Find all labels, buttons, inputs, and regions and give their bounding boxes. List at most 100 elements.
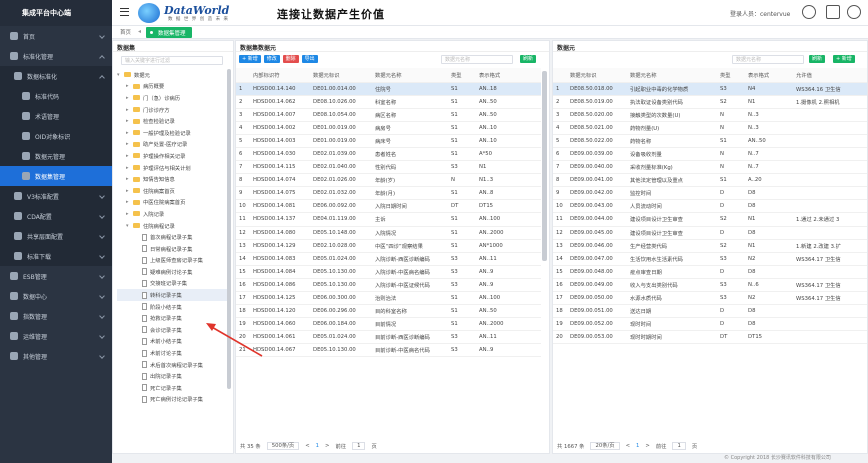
tree-node[interactable]: 出院记录子集 bbox=[117, 370, 229, 382]
sidebar-item[interactable]: 数据集管理 bbox=[0, 166, 112, 186]
table-row[interactable]: 11 DE09.00.044.00 建设项目设计卫生审查 S2 N1 1.通过 2.未通过… bbox=[553, 212, 867, 227]
table-row[interactable]: 7 DE09.00.040.00 采收剂量标准(Kg) N N..7 bbox=[553, 160, 867, 175]
tab-home[interactable]: 首页 bbox=[120, 28, 131, 36]
table-row[interactable]: 18 HDSD00.14.120 DE06.00.296.00 目的科室名称 S1 AN.… bbox=[236, 304, 541, 319]
table-row[interactable]: 14 DE09.00.047.00 生活饮用水生活素代码 S3 N2 WS364.17 卫… bbox=[553, 252, 867, 266]
menu-toggle-icon[interactable] bbox=[120, 8, 129, 16]
element-current-page[interactable]: 1 bbox=[636, 443, 639, 449]
table-row[interactable]: 5 HDSD00.14.003 DE01.00.019.00 病床号 S1 AN..10 bbox=[236, 134, 541, 148]
tree-node[interactable]: ▸ 病历概要 bbox=[117, 81, 229, 93]
table-row[interactable]: 15 HDSD00.14.084 DE05.10.130.00 入院诊断-中医病名编码… bbox=[236, 265, 541, 279]
table-row[interactable]: 16 DE09.00.049.00 收入与支出类别代码 S3 N..6 WS364.17 … bbox=[553, 278, 867, 293]
sidebar-item[interactable]: 首页 bbox=[0, 26, 112, 46]
sidebar-item[interactable]: ESB管理 bbox=[0, 266, 112, 286]
dataset-page-size-select[interactable]: 500条/页 bbox=[266, 441, 300, 450]
tree-node[interactable]: 会诊记录子集 bbox=[117, 324, 229, 336]
tree-toggle-icon[interactable]: ▸ bbox=[126, 199, 131, 205]
add-button[interactable]: + 新增 bbox=[239, 55, 261, 63]
element-page-size-select[interactable]: 20条/页 bbox=[590, 441, 620, 450]
tree-toggle-icon[interactable]: ▾ bbox=[126, 223, 131, 229]
dataset-current-page[interactable]: 1 bbox=[316, 443, 319, 449]
table-row[interactable]: 20 DE09.00.053.00 现时时期时间 DT DT15 bbox=[553, 330, 867, 345]
column-header[interactable]: 数据元标识 bbox=[310, 68, 372, 83]
table-row[interactable]: 8 DE09.00.041.00 其他法定管理以及重点 S1 A..20 bbox=[553, 173, 867, 188]
table-row[interactable]: 6 HDSD00.14.030 DE02.01.039.00 患者姓名 S1 A*50 bbox=[236, 147, 541, 162]
tree-node[interactable]: ▸ 助产处置-医疗记录 bbox=[117, 139, 229, 151]
tree-node[interactable]: ▸ 住院病案首页 bbox=[117, 185, 229, 197]
element-search-input[interactable]: 数据元名称 bbox=[732, 55, 804, 64]
table-row[interactable]: 4 DE08.50.021.00 药物剂量(U) N N..3 bbox=[553, 121, 867, 135]
tree-node[interactable]: ▸ 门诊诊疗方 bbox=[117, 104, 229, 116]
table-row[interactable]: 10 DE09.00.043.00 人员流动时间 D D8 bbox=[553, 199, 867, 214]
table-row[interactable]: 10 HDSD00.14.081 DE06.00.092.00 入院日期时间 DT DT1… bbox=[236, 199, 541, 214]
table-row[interactable]: 1 HDSD00.14.140 DE01.00.014.00 住院号 S1 AN..18 bbox=[236, 82, 541, 96]
table-row[interactable]: 9 HDSD00.14.075 DE02.01.032.00 年龄(月) S1 AN..8 bbox=[236, 186, 541, 201]
tree-toggle-icon[interactable]: ▸ bbox=[126, 165, 131, 171]
column-header[interactable]: 表示格式 bbox=[745, 68, 793, 83]
tree-node[interactable]: ▸ 护理操作相关记录 bbox=[117, 150, 229, 162]
table-row[interactable]: 13 DE09.00.046.00 生产经营类代码 S2 N1 1.新建 2.改建 3.扩 bbox=[553, 239, 867, 253]
tree-node[interactable]: 死亡记录子集 bbox=[117, 382, 229, 394]
sidebar-item[interactable]: 标准下载 bbox=[0, 246, 112, 266]
tree-toggle-icon[interactable]: ▸ bbox=[126, 130, 131, 136]
table-row[interactable]: 17 DE09.00.050.00 水源水质代码 S3 N2 WS364.17 卫生信 bbox=[553, 291, 867, 306]
element-prev-page[interactable]: < bbox=[626, 443, 630, 449]
tree-node[interactable]: 死亡病例讨论记录子集 bbox=[117, 394, 229, 406]
tree-node[interactable]: 转科记录子集 bbox=[117, 289, 229, 301]
tree-node[interactable]: 抢救记录子集 bbox=[117, 312, 229, 324]
tree-toggle-icon[interactable]: ▸ bbox=[126, 107, 131, 113]
dataset-prev-page[interactable]: < bbox=[305, 443, 309, 449]
table-row[interactable]: 9 DE09.00.042.00 监控时间 D D8 bbox=[553, 186, 867, 201]
element-add-button[interactable]: + 新增 bbox=[833, 55, 855, 63]
edit-button[interactable]: 修改 bbox=[263, 55, 280, 63]
sidebar-item[interactable]: 数据中心 bbox=[0, 286, 112, 306]
table-row[interactable]: 12 DE09.00.045.00 建设项目设计卫生审查 D D8 bbox=[553, 226, 867, 240]
tree-toggle-icon[interactable]: ▸ bbox=[126, 188, 131, 194]
table-row[interactable]: 7 HDSD00.14.115 DE02.01.040.00 性别代码 S3 N1 bbox=[236, 160, 541, 175]
table-row[interactable]: 5 DE08.50.022.00 药物名称 S1 AN..50 bbox=[553, 134, 867, 148]
tree-node[interactable]: ▸ 检查检验记录 bbox=[117, 115, 229, 127]
sidebar-item[interactable]: 标准化管理 bbox=[0, 46, 112, 66]
tree-node[interactable]: ▸ 中医住院病案首页 bbox=[117, 197, 229, 209]
table-row[interactable]: 17 HDSD00.14.125 DE06.00.300.00 治则治法 S1 AN..1… bbox=[236, 291, 541, 306]
column-header[interactable]: 类型 bbox=[448, 68, 476, 83]
fullscreen-icon[interactable] bbox=[826, 5, 840, 19]
column-header[interactable] bbox=[553, 68, 567, 83]
table-row[interactable]: 14 HDSD00.14.083 DE05.01.024.00 入院诊断-西医诊断编码… bbox=[236, 252, 541, 266]
dataset-page-input[interactable]: 1 bbox=[352, 441, 366, 450]
table-row[interactable]: 2 HDSD00.14.062 DE08.10.026.00 科室名称 S1 AN..50 bbox=[236, 95, 541, 109]
tree-node[interactable]: ▾ 住院病程记录 bbox=[117, 220, 229, 232]
column-header[interactable]: 数据元名称 bbox=[372, 68, 448, 83]
tree-toggle-icon[interactable]: ▸ bbox=[126, 153, 131, 159]
table-row[interactable]: 19 DE09.00.052.00 现时时间 D D8 bbox=[553, 317, 867, 332]
sidebar-item[interactable]: 标准代码 bbox=[0, 86, 112, 106]
tree-toggle-icon[interactable]: ▸ bbox=[126, 211, 131, 217]
table-row[interactable]: 19 HDSD00.14.060 DE06.00.184.00 目前情况 S1 AN..2… bbox=[236, 317, 541, 332]
tree-node[interactable]: 上级医师查房记录子集 bbox=[117, 255, 229, 267]
sidebar-item[interactable]: 数据元管理 bbox=[0, 146, 112, 166]
tree-node[interactable]: 日常病程记录子集 bbox=[117, 243, 229, 255]
column-header[interactable] bbox=[236, 68, 250, 83]
tree-node[interactable]: ▸ 知情告知信息 bbox=[117, 173, 229, 185]
tree-node[interactable]: 首次病程记录子集 bbox=[117, 231, 229, 243]
table-row[interactable]: 2 DE08.50.019.00 执法取证设备类别代码 S2 N1 1.摄像机 2.照相机 bbox=[553, 95, 867, 109]
column-header[interactable]: 允许值 bbox=[793, 68, 867, 83]
table-row[interactable]: 18 DE09.00.051.00 送达日期 D D8 bbox=[553, 304, 867, 319]
sidebar-item[interactable]: 指数管理 bbox=[0, 306, 112, 326]
sidebar-item[interactable]: OID对象标识 bbox=[0, 126, 112, 146]
table-row[interactable]: 8 HDSD00.14.074 DE02.01.026.00 年龄(岁) N N1..3 bbox=[236, 173, 541, 188]
tree-node[interactable]: ▸ 入院记录 bbox=[117, 208, 229, 220]
column-header[interactable]: 数据元标识 bbox=[567, 68, 627, 83]
tree-node[interactable]: 疑难病例讨论子集 bbox=[117, 266, 229, 278]
element-next-page[interactable]: > bbox=[645, 443, 649, 449]
table-row[interactable]: 6 DE09.00.039.00 设备吸收剂量 N N..7 bbox=[553, 147, 867, 162]
table-row[interactable]: 11 HDSD00.14.137 DE04.01.119.00 主诉 S1 AN..100 bbox=[236, 212, 541, 227]
delete-button[interactable]: 删除 bbox=[282, 55, 299, 63]
tree-node[interactable]: ▾ 数据元 bbox=[117, 69, 229, 81]
sidebar-item[interactable]: 数据标准化 bbox=[0, 66, 112, 86]
sidebar-item[interactable]: V3标准配置 bbox=[0, 186, 112, 206]
tree-node[interactable]: 术前小结子集 bbox=[117, 336, 229, 348]
tree-node[interactable]: 术前讨论子集 bbox=[117, 347, 229, 359]
settings-icon[interactable] bbox=[847, 5, 861, 19]
table-row[interactable]: 13 HDSD00.14.129 DE02.10.028.00 中医“四诊”观察结果 S… bbox=[236, 239, 541, 253]
